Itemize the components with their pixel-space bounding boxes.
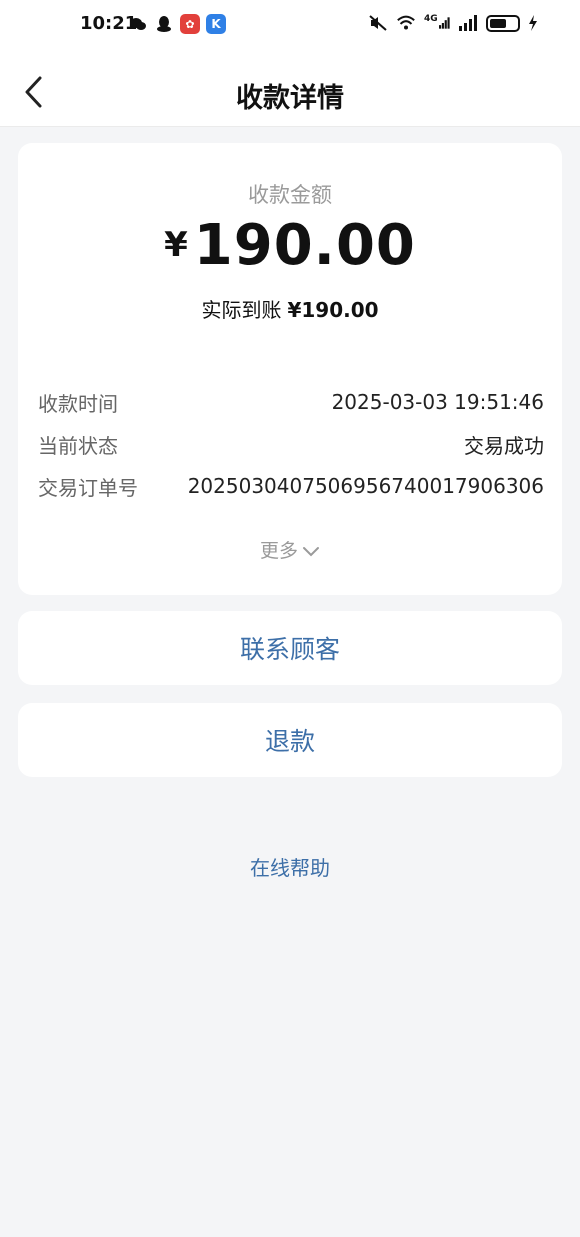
qq-icon bbox=[154, 15, 174, 33]
actual-received-label: 实际到账 bbox=[201, 298, 282, 322]
more-toggle[interactable]: 更多 bbox=[18, 536, 562, 563]
detail-value: 2025-03-03 19:51:46 bbox=[331, 390, 544, 414]
status-bar: 10:21 ✿ K 4G bbox=[0, 0, 580, 50]
online-help-link[interactable]: 在线帮助 bbox=[0, 852, 580, 881]
payment-summary-card: 收款金额 ¥190.00 实际到账 ¥190.00 收款时间 2025-03-03… bbox=[18, 143, 562, 595]
signal-icon bbox=[458, 14, 478, 32]
wifi-icon bbox=[396, 14, 416, 32]
signal-icon: 4G bbox=[424, 14, 450, 32]
app-k-icon: K bbox=[206, 14, 226, 34]
network-label: 4G bbox=[424, 14, 438, 24]
actual-received: 实际到账 ¥190.00 bbox=[18, 294, 562, 323]
more-label: 更多 bbox=[259, 540, 298, 562]
detail-row-status: 当前状态 交易成功 bbox=[38, 429, 544, 459]
detail-value[interactable]: 2025030407506956740017906306 bbox=[188, 474, 544, 498]
detail-label: 交易订单号 bbox=[38, 475, 138, 500]
contact-customer-button[interactable]: 联系顾客 bbox=[18, 611, 562, 685]
page-title: 收款详情 bbox=[236, 83, 344, 114]
mute-icon bbox=[368, 14, 388, 32]
detail-value: 交易成功 bbox=[464, 433, 544, 458]
detail-label: 收款时间 bbox=[38, 391, 118, 416]
nav-bar: 收款详情 bbox=[0, 50, 580, 127]
amount-value: ¥190.00 bbox=[18, 213, 562, 278]
currency-symbol: ¥ bbox=[164, 225, 188, 265]
status-left-icons: ✿ K bbox=[128, 14, 226, 34]
status-right-icons: 4G bbox=[368, 14, 538, 32]
actual-received-amount: ¥190.00 bbox=[287, 298, 379, 322]
chevron-down-icon bbox=[303, 546, 319, 556]
wechat-icon bbox=[128, 15, 148, 33]
detail-row-order-number: 交易订单号 2025030407506956740017906306 bbox=[38, 471, 544, 501]
charging-icon bbox=[528, 14, 538, 32]
detail-row-time: 收款时间 2025-03-03 19:51:46 bbox=[38, 387, 544, 417]
detail-label: 当前状态 bbox=[38, 433, 118, 458]
battery-icon bbox=[486, 14, 520, 32]
amount-label: 收款金额 bbox=[248, 183, 332, 207]
amount-number: 190.00 bbox=[193, 213, 416, 278]
app-red-icon: ✿ bbox=[180, 14, 200, 34]
refund-button[interactable]: 退款 bbox=[18, 703, 562, 777]
